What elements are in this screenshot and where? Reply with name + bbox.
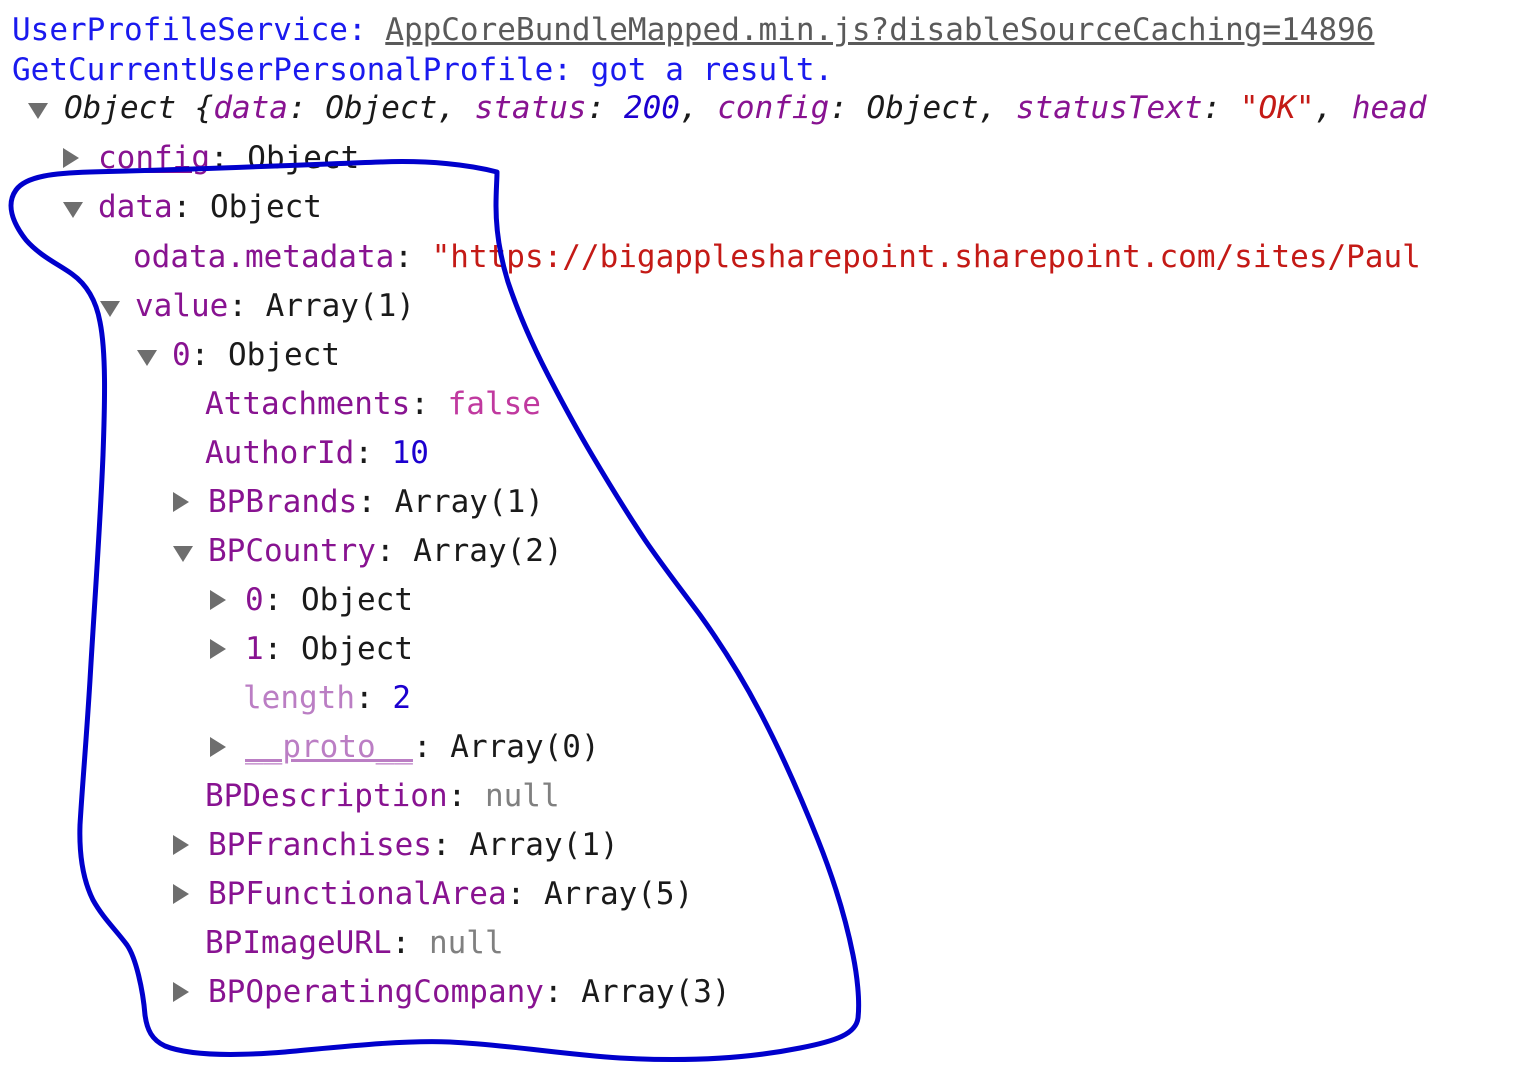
chevron-right-icon[interactable] xyxy=(210,639,226,659)
chevron-down-icon[interactable] xyxy=(63,202,83,218)
tree-row-odata-metadata-token-1: : xyxy=(394,239,432,275)
tree-row-length-label: length: 2 xyxy=(243,680,411,716)
object-summary-token-10: : xyxy=(1202,90,1240,126)
tree-row-value-token-1: : Array(1) xyxy=(228,288,415,324)
tree-row-bpimageurl-token-1: : xyxy=(391,925,429,961)
line-result-token-0: GetCurrentUserPersonalProfile: got a res… xyxy=(12,52,834,88)
chevron-right-icon[interactable] xyxy=(173,884,189,904)
chevron-down-icon[interactable] xyxy=(28,103,48,119)
tree-row-authorid-token-0: AuthorId xyxy=(205,435,355,471)
tree-row-bpimageurl-label: BPImageURL: null xyxy=(205,925,504,961)
tree-row-proto-token-1: : Array(0) xyxy=(412,729,600,765)
object-summary-token-2: : Object, xyxy=(287,90,475,126)
chevron-right-icon[interactable] xyxy=(173,492,189,512)
tree-row-bpcountry-0-token-1: : Object xyxy=(263,582,413,618)
tree-row-proto-token-0: __proto__ xyxy=(245,729,413,765)
object-summary-token-1: data xyxy=(213,90,288,126)
tree-row-bpfunctionalarea-token-0: BPFunctionalArea xyxy=(208,876,507,912)
tree-row-bpbrands-label: BPBrands: Array(1) xyxy=(208,484,544,520)
chevron-right-icon[interactable] xyxy=(210,590,226,610)
chevron-down-icon[interactable] xyxy=(100,301,120,317)
tree-row-length-token-2: 2 xyxy=(392,680,411,716)
tree-row-bpoperatingcompany-token-1: : Array(3) xyxy=(543,974,731,1010)
tree-row-attachments-token-2: false xyxy=(447,386,541,422)
tree-row-authorid-token-1: : xyxy=(354,435,392,471)
tree-row-bpoperatingcompany-token-0: BPOperatingCompany xyxy=(208,974,544,1010)
object-summary-token-0: Object { xyxy=(64,90,214,126)
tree-row-config-token-1: : Object xyxy=(209,140,360,176)
tree-row-value-label: value: Array(1) xyxy=(135,288,415,324)
chevron-down-icon[interactable] xyxy=(137,350,157,366)
tree-row-value-0-token-1: : Object xyxy=(190,337,340,373)
line-result: GetCurrentUserPersonalProfile: got a res… xyxy=(12,52,833,88)
tree-row-bpdescription-token-2: null xyxy=(484,778,560,814)
tree-row-bpcountry-0-token-0: 0 xyxy=(245,582,264,618)
tree-row-bpdescription-token-1: : xyxy=(447,778,485,814)
object-summary-token-3: status xyxy=(474,90,587,126)
tree-row-bpbrands-token-0: BPBrands xyxy=(208,484,358,520)
tree-row-length-token-0: length xyxy=(243,680,355,716)
tree-row-attachments-token-0: Attachments xyxy=(205,386,411,422)
object-summary-token-7: config xyxy=(717,90,830,126)
tree-row-odata-metadata-token-0: odata.metadata xyxy=(133,239,395,275)
chevron-right-icon[interactable] xyxy=(173,835,189,855)
tree-row-bpimageurl-token-0: BPImageURL xyxy=(205,925,392,961)
line-service-token-0: UserProfileService: xyxy=(12,12,386,48)
object-summary-token-13: head xyxy=(1351,90,1427,126)
chevron-right-icon[interactable] xyxy=(210,737,226,757)
tree-row-bpcountry-1-token-0: 1 xyxy=(245,631,264,667)
chevron-right-icon[interactable] xyxy=(173,982,189,1002)
tree-row-odata-metadata-label: odata.metadata: "https://bigapplesharepo… xyxy=(133,239,1421,275)
tree-row-proto-label: __proto__: Array(0) xyxy=(245,729,600,765)
tree-row-value-0-label: 0: Object xyxy=(172,337,340,373)
tree-row-odata-metadata-token-2: "https://bigapplesharepoint.sharepoint.c… xyxy=(431,239,1421,275)
tree-row-value-token-0: value xyxy=(135,288,229,324)
tree-row-bpfunctionalarea-token-1: : Array(5) xyxy=(506,876,694,912)
chevron-down-icon[interactable] xyxy=(173,546,193,562)
object-summary-token-6: , xyxy=(679,90,718,126)
object-summary-token-9: statusText xyxy=(1015,90,1203,126)
tree-row-bpimageurl-token-2: null xyxy=(428,925,504,961)
tree-row-authorid-label: AuthorId: 10 xyxy=(205,435,429,471)
tree-row-bpfranchises-label: BPFranchises: Array(1) xyxy=(208,827,619,863)
tree-row-bpcountry-token-1: : Array(2) xyxy=(375,533,563,569)
tree-row-bpfunctionalarea-label: BPFunctionalArea: Array(5) xyxy=(208,876,693,912)
tree-row-bpcountry-1-label: 1: Object xyxy=(245,631,413,667)
line-service-token-1: AppCoreBundleMapped.min.js?disableSource… xyxy=(385,12,1375,48)
tree-row-bpfranchises-token-1: : Array(1) xyxy=(431,827,619,863)
object-summary-text: Object {data: Object, status: 200, confi… xyxy=(64,90,1426,126)
tree-row-bpcountry-0-label: 0: Object xyxy=(245,582,413,618)
tree-row-attachments-label: Attachments: false xyxy=(205,386,541,422)
console-output-area: UserProfileService: AppCoreBundleMapped.… xyxy=(0,0,1521,1068)
tree-row-bpcountry-label: BPCountry: Array(2) xyxy=(208,533,563,569)
object-summary-token-12: , xyxy=(1314,90,1352,126)
tree-row-bpbrands-token-1: : Array(1) xyxy=(357,484,544,520)
tree-row-bpcountry-token-0: BPCountry xyxy=(208,533,376,569)
tree-row-data-token-1: : Object xyxy=(172,189,322,225)
object-summary-token-11: "OK" xyxy=(1239,90,1315,126)
tree-row-config-token-0: config xyxy=(98,140,210,176)
line-service[interactable]: UserProfileService: AppCoreBundleMapped.… xyxy=(12,12,1374,48)
tree-row-bpfranchises-token-0: BPFranchises xyxy=(208,827,432,863)
object-summary-token-4: : xyxy=(586,90,624,126)
tree-row-bpdescription-token-0: BPDescription xyxy=(205,778,448,814)
object-summary-row[interactable]: Object {data: Object, status: 200, confi… xyxy=(28,90,1426,126)
chevron-right-icon[interactable] xyxy=(63,148,79,168)
tree-row-bpdescription-label: BPDescription: null xyxy=(205,778,560,814)
tree-row-config-label: config: Object xyxy=(98,140,359,176)
tree-row-data-token-0: data xyxy=(98,189,173,225)
tree-row-data-label: data: Object xyxy=(98,189,322,225)
tree-row-length-token-1: : xyxy=(354,680,393,716)
tree-row-bpoperatingcompany-label: BPOperatingCompany: Array(3) xyxy=(208,974,731,1010)
tree-row-value-0-token-0: 0 xyxy=(172,337,191,373)
devtools-console-screenshot: UserProfileService: AppCoreBundleMapped.… xyxy=(0,0,1521,1068)
tree-row-attachments-token-1: : xyxy=(410,386,448,422)
tree-row-bpcountry-1-token-1: : Object xyxy=(263,631,413,667)
object-summary-token-8: : Object, xyxy=(829,90,1016,126)
tree-row-authorid-token-2: 10 xyxy=(391,435,429,471)
object-summary-token-5: 200 xyxy=(623,90,680,126)
